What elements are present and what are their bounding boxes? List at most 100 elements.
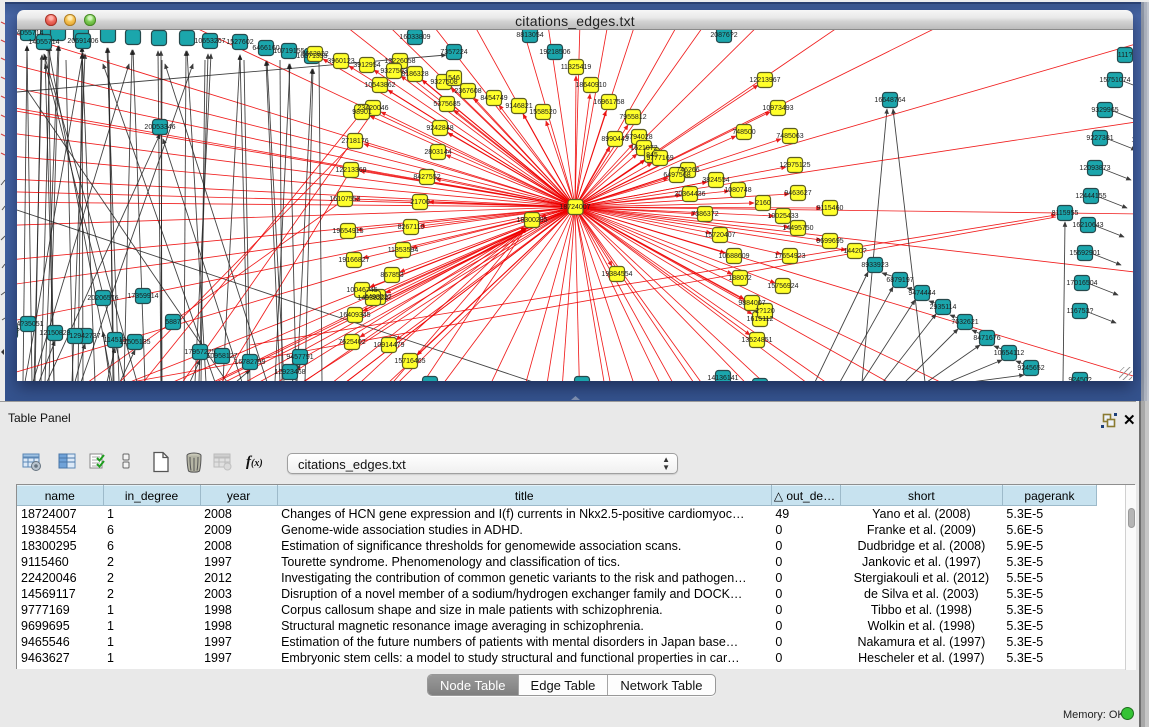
svg-text:14055714: 14055714 — [28, 39, 59, 46]
svg-text:18300295: 18300295 — [516, 217, 547, 224]
svg-text:8933923: 8933923 — [861, 262, 888, 269]
svg-text:20691406: 20691406 — [67, 38, 98, 45]
svg-text:14938222: 14938222 — [357, 295, 388, 302]
svg-text:10914479: 10914479 — [373, 342, 404, 349]
svg-text:7357224: 7357224 — [440, 49, 467, 56]
svg-text:19166827: 19166827 — [338, 257, 369, 264]
svg-text:9242848: 9242848 — [426, 125, 453, 132]
svg-text:18724007: 18724007 — [559, 204, 590, 211]
svg-text:9777169: 9777169 — [646, 155, 673, 162]
svg-text:12942737: 12942737 — [69, 333, 100, 340]
svg-text:9115460: 9115460 — [817, 205, 844, 212]
svg-text:11353594: 11353594 — [388, 247, 419, 254]
svg-text:10543862: 10543862 — [364, 82, 395, 89]
svg-text:10025433: 10025433 — [767, 213, 798, 220]
svg-text:7625402: 7625402 — [338, 339, 365, 346]
svg-text:14055714: 14055714 — [17, 30, 44, 37]
svg-text:13226058: 13226058 — [384, 58, 415, 65]
svg-text:16961758: 16961758 — [593, 99, 624, 106]
svg-text:10688609: 10688609 — [718, 253, 749, 260]
svg-text:15720407: 15720407 — [704, 232, 735, 239]
svg-text:9329965: 9329965 — [1091, 107, 1118, 114]
svg-text:14136141: 14136141 — [707, 375, 738, 381]
svg-text:12923468: 12923468 — [274, 369, 305, 376]
svg-text:7632621: 7632621 — [951, 319, 978, 326]
svg-text:1615112: 1615112 — [747, 316, 774, 323]
svg-text:12150823: 12150823 — [39, 330, 70, 337]
svg-text:12213967: 12213967 — [749, 77, 780, 84]
svg-text:98901: 98901 — [352, 109, 372, 116]
svg-text:111?: 111? — [1118, 52, 1133, 59]
svg-text:10654112: 10654112 — [994, 350, 1025, 357]
svg-text:8427552: 8427552 — [413, 174, 440, 181]
svg-text:16210643: 16210643 — [1072, 222, 1103, 229]
svg-text:16107553: 16107553 — [329, 196, 360, 203]
svg-text:12093873: 12093873 — [1079, 165, 1110, 172]
svg-text:8267110: 8267110 — [398, 224, 425, 231]
svg-text:7955812: 7955812 — [619, 114, 646, 121]
svg-text:867853: 867853 — [380, 272, 403, 279]
svg-text:6497568: 6497568 — [663, 172, 690, 179]
svg-text:1558520: 1558520 — [529, 109, 556, 116]
svg-text:13524851: 13524851 — [741, 337, 772, 344]
svg-text:116753?: 116753? — [1067, 308, 1094, 315]
svg-text:17654923: 17654923 — [774, 253, 805, 260]
svg-text:8813054: 8813054 — [516, 32, 543, 39]
svg-text:19218506: 19218506 — [539, 49, 570, 56]
svg-text:16033809: 16033809 — [399, 34, 430, 41]
svg-text:7386372: 7386372 — [691, 211, 718, 218]
svg-text:12444155: 12444155 — [1075, 193, 1106, 200]
svg-text:8186328: 8186328 — [401, 71, 428, 78]
svg-text:2718176: 2718176 — [341, 138, 368, 145]
svg-text:2367608: 2367608 — [454, 88, 481, 95]
svg-text:19384554: 19384554 — [601, 271, 632, 278]
svg-text:16648764: 16648764 — [874, 97, 905, 104]
svg-text:14495750: 14495750 — [782, 225, 813, 232]
svg-text:9457791: 9457791 — [286, 354, 313, 361]
svg-text:92450?: 92450? — [1068, 377, 1091, 381]
svg-text:9227381: 9227381 — [1086, 135, 1113, 142]
svg-text:7663822: 7663822 — [301, 51, 328, 58]
svg-text:20876?2: 20876?2 — [710, 32, 737, 39]
svg-text:20364436: 20364436 — [674, 191, 705, 198]
svg-text:12505135: 12505135 — [119, 339, 150, 346]
svg-text:1080748: 1080748 — [724, 187, 751, 194]
svg-text:2803144: 2803144 — [424, 149, 451, 156]
svg-text:546: 546 — [448, 75, 460, 82]
svg-text:8115955: 8115955 — [1052, 210, 1079, 217]
svg-text:748500: 748500 — [732, 129, 755, 136]
svg-text:11325419: 11325419 — [561, 64, 592, 71]
svg-text:8454749: 8454749 — [480, 95, 507, 102]
svg-text:17359914: 17359914 — [127, 293, 158, 300]
svg-text:12975125: 12975125 — [779, 162, 810, 169]
svg-text:10653267: 10653267 — [194, 38, 225, 45]
svg-text:12774?: 12774? — [1131, 137, 1133, 144]
svg-text:21700: 21700 — [410, 199, 430, 206]
svg-text:8471676: 8471676 — [973, 335, 1000, 342]
svg-text:15756924: 15756924 — [767, 283, 798, 290]
svg-text:9245652: 9245652 — [1017, 365, 1044, 372]
svg-text:10958127: 10958127 — [206, 353, 237, 360]
svg-text:2?120: 2?120 — [755, 308, 775, 315]
svg-text:1527602: 1527602 — [226, 39, 253, 46]
svg-text:15751074: 15751074 — [1099, 77, 1130, 84]
svg-text:14?35051: 14?35051 — [17, 321, 44, 328]
svg-text:188072: 188072 — [728, 275, 751, 282]
svg-text:2160: 2160 — [755, 200, 771, 207]
svg-text:9474444: 9474444 — [908, 290, 935, 297]
svg-text:3912954: 3912954 — [353, 62, 380, 69]
svg-text:5887: 5887 — [165, 319, 181, 326]
svg-text:10046745: 10046745 — [346, 287, 377, 294]
svg-text:20053346: 20053346 — [144, 124, 175, 131]
svg-text:5375685: 5375685 — [433, 101, 460, 108]
svg-text:19654915: 19654915 — [332, 228, 363, 235]
svg-text:3913?: 3913? — [17, 328, 20, 335]
svg-text:17016504: 17016504 — [1066, 280, 1097, 287]
svg-text:12213369: 12213369 — [335, 167, 366, 174]
svg-text:16409345: 16409345 — [339, 312, 370, 319]
svg-text:15716465: 15716465 — [394, 358, 425, 365]
svg-text:10973493: 10973493 — [762, 105, 793, 112]
svg-text:6794028: 6794028 — [625, 134, 652, 141]
svg-text:14420?: 14420? — [843, 248, 866, 255]
svg-text:3960123: 3960123 — [327, 58, 354, 65]
